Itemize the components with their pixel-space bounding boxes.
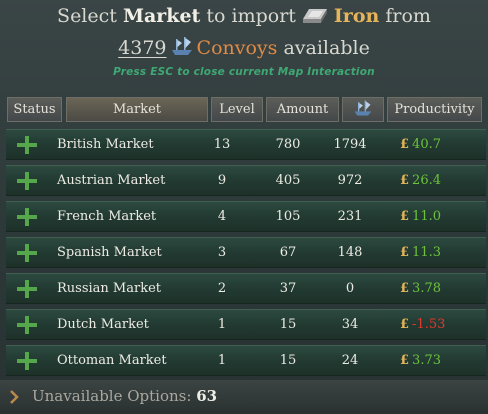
title-to-import-text: to import xyxy=(206,5,296,27)
market-amount: 780 xyxy=(275,137,301,152)
unavailable-options-label: Unavailable Options: 63 xyxy=(32,387,217,405)
market-amount: 105 xyxy=(275,209,301,224)
add-import-icon[interactable] xyxy=(17,280,37,298)
market-row[interactable]: Ottoman Market 1 15 24 £3.73 xyxy=(6,345,486,376)
column-header-productivity[interactable]: Productivity xyxy=(387,97,482,122)
available-text: available xyxy=(283,37,370,59)
market-amount: 15 xyxy=(279,317,297,332)
add-import-icon[interactable] xyxy=(17,352,37,370)
market-amount: 37 xyxy=(279,281,297,296)
market-productivity: £3.78 xyxy=(400,274,441,303)
market-name: Dutch Market xyxy=(57,317,149,332)
market-name: Ottoman Market xyxy=(57,353,167,368)
pound-icon: £ xyxy=(400,245,410,260)
pound-icon: £ xyxy=(400,209,410,224)
market-productivity: £11.0 xyxy=(400,202,441,231)
productivity-value: 11.3 xyxy=(412,245,441,260)
market-convoys: 0 xyxy=(345,281,355,296)
market-name: Austrian Market xyxy=(57,173,166,188)
title-good-name: Iron xyxy=(333,5,380,27)
market-row[interactable]: British Market 13 780 1794 £40.7 xyxy=(6,129,486,160)
market-convoys: 148 xyxy=(337,245,363,260)
market-level: 2 xyxy=(217,281,227,296)
convoy-ship-icon xyxy=(354,100,372,116)
market-amount: 67 xyxy=(279,245,297,260)
title-line-2: 4379 Convoys available xyxy=(0,36,488,59)
market-row[interactable]: Spanish Market 3 67 148 £11.3 xyxy=(6,237,486,268)
column-header-status[interactable]: Status xyxy=(7,97,62,122)
productivity-value: 40.7 xyxy=(412,137,441,152)
column-header-convoys[interactable] xyxy=(342,97,384,122)
unavailable-options-toggle[interactable]: Unavailable Options: 63 xyxy=(0,380,488,414)
market-level: 1 xyxy=(217,353,227,368)
market-productivity: £40.7 xyxy=(400,130,441,159)
pound-icon: £ xyxy=(400,281,410,296)
iron-ingot-icon xyxy=(302,9,327,23)
column-header-level[interactable]: Level xyxy=(211,97,263,122)
market-productivity: £ -1.53 xyxy=(400,310,445,339)
title-market-word: Market xyxy=(122,5,201,27)
market-productivity: £11.3 xyxy=(400,238,441,267)
chevron-right-icon xyxy=(10,390,19,404)
title-line-1: Select Market to import Iron from xyxy=(0,5,488,27)
market-name: British Market xyxy=(57,137,154,152)
market-level: 1 xyxy=(217,317,227,332)
market-convoys: 34 xyxy=(341,317,359,332)
market-convoys: 24 xyxy=(341,353,359,368)
add-import-icon[interactable] xyxy=(17,208,37,226)
pound-icon: £ xyxy=(400,173,410,188)
market-convoys: 972 xyxy=(337,173,363,188)
productivity-value: 26.4 xyxy=(412,173,441,188)
title-select-text: Select xyxy=(57,5,117,27)
productivity-value: 3.73 xyxy=(412,353,441,368)
convoy-count: 4379 xyxy=(118,37,167,59)
unavailable-options-text: Unavailable Options: xyxy=(32,387,192,405)
market-name: Russian Market xyxy=(57,281,161,296)
market-name: French Market xyxy=(57,209,157,224)
productivity-value: -1.53 xyxy=(412,317,446,332)
market-row[interactable]: French Market 4 105 231 £11.0 xyxy=(6,201,486,232)
market-row[interactable]: Dutch Market 1 15 34 £ -1.53 xyxy=(6,309,486,340)
pound-icon: £ xyxy=(400,317,410,332)
pound-icon: £ xyxy=(400,353,410,368)
unavailable-options-count: 63 xyxy=(196,387,218,405)
market-level: 3 xyxy=(217,245,227,260)
add-import-icon[interactable] xyxy=(17,136,37,154)
market-row[interactable]: Austrian Market 9 405 972 £26.4 xyxy=(6,165,486,196)
market-level: 9 xyxy=(217,173,227,188)
esc-hint: Press ESC to close current Map Interacti… xyxy=(113,66,375,78)
column-header-amount[interactable]: Amount xyxy=(266,97,339,122)
market-productivity: £26.4 xyxy=(400,166,441,195)
market-row[interactable]: Russian Market 2 37 0 £3.78 xyxy=(6,273,486,304)
add-import-icon[interactable] xyxy=(17,172,37,190)
market-productivity: £3.73 xyxy=(400,346,441,375)
pound-icon: £ xyxy=(400,137,410,152)
market-amount: 15 xyxy=(279,353,297,368)
productivity-value: 3.78 xyxy=(412,281,441,296)
title-from-text: from xyxy=(385,5,431,27)
market-amount: 405 xyxy=(275,173,301,188)
market-convoys: 1794 xyxy=(333,137,367,152)
market-convoys: 231 xyxy=(337,209,363,224)
market-import-panel: Select Market to import Iron from 4379 C… xyxy=(0,0,488,414)
column-header-market[interactable]: Market xyxy=(66,97,208,122)
add-import-icon[interactable] xyxy=(17,244,37,262)
market-level: 13 xyxy=(213,137,231,152)
convoy-ship-icon xyxy=(171,37,192,55)
convoys-word: Convoys xyxy=(196,37,278,59)
market-level: 4 xyxy=(217,209,227,224)
add-import-icon[interactable] xyxy=(17,316,37,334)
productivity-value: 11.0 xyxy=(412,209,441,224)
market-name: Spanish Market xyxy=(57,245,162,260)
